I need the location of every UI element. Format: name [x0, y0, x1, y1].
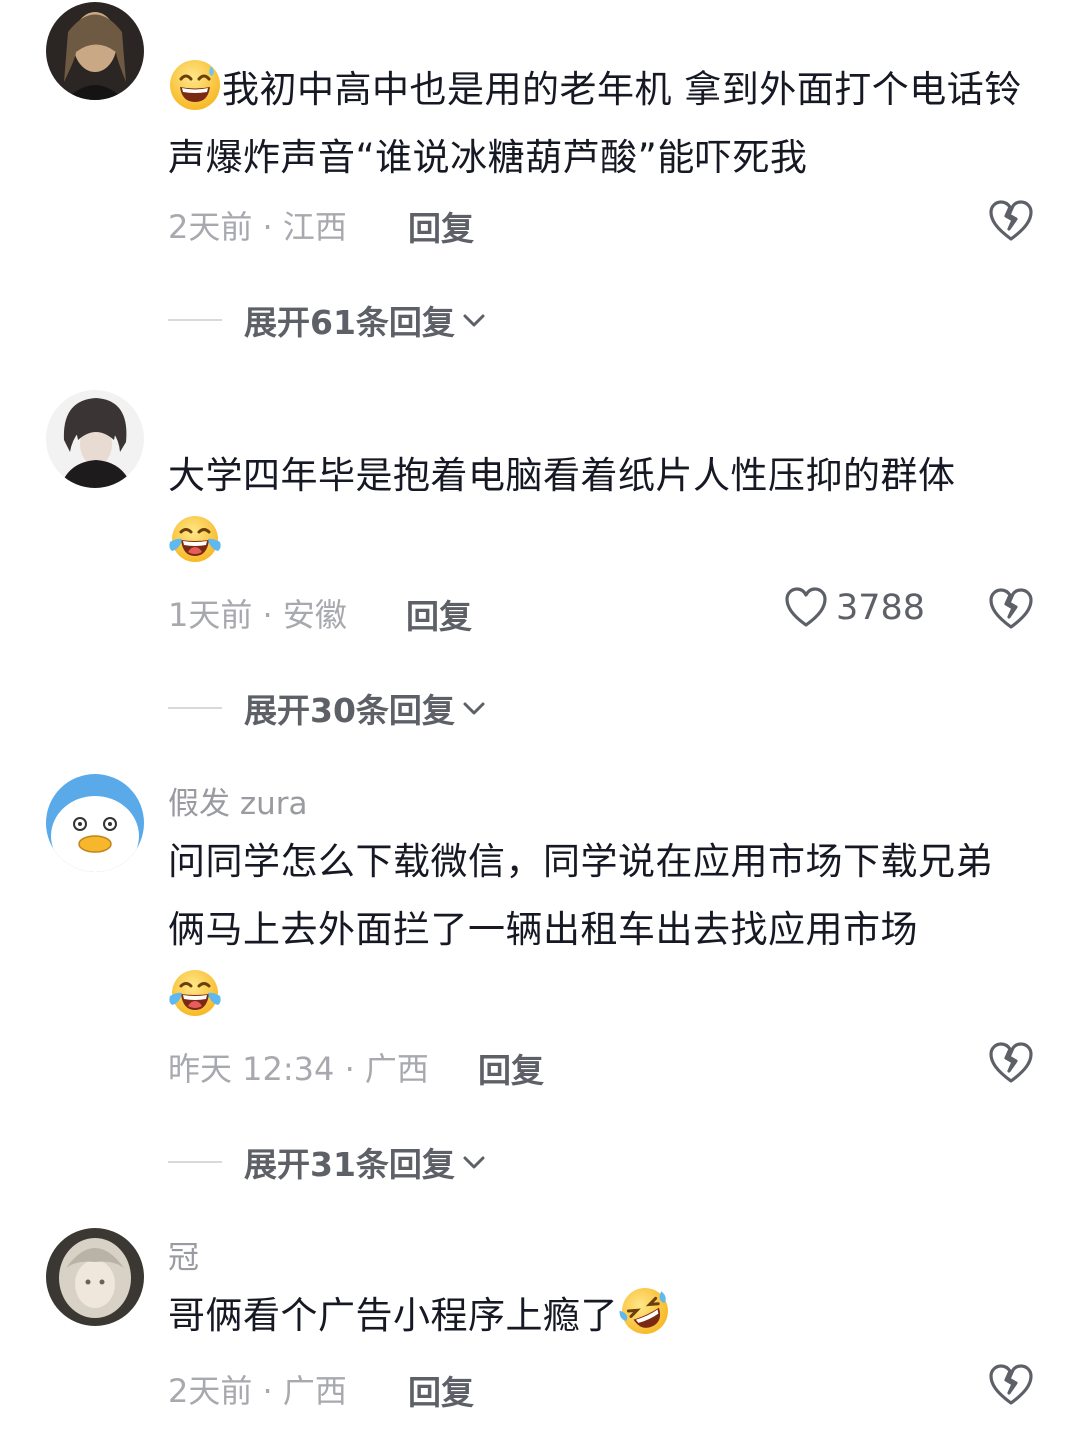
reply-button[interactable]: 回复 [408, 202, 474, 250]
divider [168, 319, 222, 321]
dislike-icon[interactable] [988, 586, 1034, 632]
expand-replies-button[interactable]: 展开31条回复 [168, 1138, 489, 1186]
avatar[interactable] [46, 2, 144, 100]
username[interactable]: 假发 zura [168, 778, 308, 823]
laughing-tears-emoji [168, 512, 222, 566]
like-count: 3788 [836, 588, 926, 628]
comment-meta: 1天前 · 安徽 [168, 596, 347, 634]
heart-icon [784, 586, 828, 630]
comment-text: 我初中高中也是用的老年机 拿到外面打个电话铃声爆炸声音“谁说冰糖葫芦酸”能吓死我 [168, 56, 1028, 192]
chevron-down-icon [459, 693, 489, 723]
dislike-icon[interactable] [988, 1362, 1034, 1408]
laughing-tears-emoji [168, 966, 222, 1020]
reply-button[interactable]: 回复 [406, 590, 472, 638]
reply-button[interactable]: 回复 [408, 1366, 474, 1414]
avatar[interactable] [46, 1228, 144, 1326]
rolling-laughing-emoji [618, 1284, 672, 1338]
dislike-icon[interactable] [988, 198, 1034, 244]
username[interactable]: 冠 [168, 1232, 199, 1277]
divider [168, 707, 222, 709]
comment-text: 哥俩看个广告小程序上瘾了 [168, 1282, 1028, 1350]
divider [168, 1161, 222, 1163]
chevron-down-icon [459, 305, 489, 335]
grinning-sweat-emoji [168, 58, 222, 112]
comment-meta: 昨天 12:34 · 广西 [168, 1050, 429, 1088]
avatar[interactable] [46, 774, 144, 872]
avatar[interactable] [46, 390, 144, 488]
comment-meta: 2天前 · 江西 [168, 208, 347, 246]
like-button[interactable]: 3788 [784, 586, 925, 630]
expand-replies-button[interactable]: 展开30条回复 [168, 684, 489, 732]
dislike-icon[interactable] [988, 1040, 1034, 1086]
chevron-down-icon [459, 1147, 489, 1177]
comment-text: 问同学怎么下载微信，同学说在应用市场下载兄弟俩马上去外面拦了一辆出租车出去找应用… [168, 828, 1028, 1032]
comment-text: 大学四年毕是抱着电脑看着纸片人性压抑的群体 [168, 442, 1028, 578]
expand-replies-button[interactable]: 展开61条回复 [168, 296, 489, 344]
reply-button[interactable]: 回复 [478, 1044, 544, 1092]
comment-meta: 2天前 · 广西 [168, 1372, 347, 1410]
